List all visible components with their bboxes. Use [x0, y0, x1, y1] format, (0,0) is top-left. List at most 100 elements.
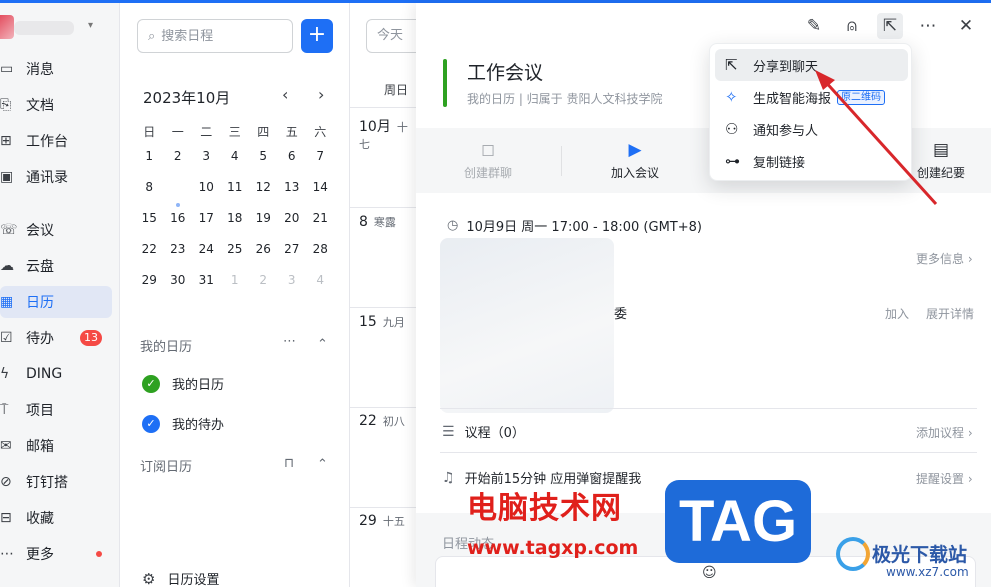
weekday-label: 五 — [285, 125, 298, 139]
divider — [350, 307, 416, 308]
nav-item-todo[interactable]: ☑ 待办 13 — [0, 322, 112, 354]
calendar-day[interactable]: 24 — [192, 238, 221, 269]
calendar-day[interactable]: 1 — [221, 269, 250, 300]
calendar-item[interactable]: ✓ 我的待办 — [142, 414, 224, 433]
calendar-day[interactable]: 6 — [278, 145, 307, 176]
calendar-day[interactable]: 31 — [192, 269, 221, 300]
nav-item-calendar[interactable]: ▦ 日历 — [0, 286, 112, 318]
calendar-day[interactable]: 20 — [278, 207, 307, 238]
menu-item-copy-link[interactable]: ⊶ 复制链接 — [715, 145, 908, 177]
more-icon[interactable]: ⋯ — [915, 13, 941, 39]
chevron-left-icon[interactable]: ‹ — [282, 85, 288, 104]
calendar-day[interactable]: 2 — [249, 269, 278, 300]
calendar-day[interactable]: 22 — [135, 238, 164, 269]
nav-item-bookmark[interactable]: ⊟ 收藏 — [0, 502, 112, 534]
collapse-icon[interactable]: ⌃ — [317, 337, 328, 352]
nav-item-chat[interactable]: ▭ 消息 — [0, 53, 112, 85]
nav-item-project[interactable]: ⍑ 项目 — [0, 394, 112, 426]
week-day-cell[interactable]: 29 十五 — [359, 513, 405, 529]
check-icon[interactable]: ✓ — [142, 414, 160, 433]
calendar-day[interactable]: 30 — [164, 269, 193, 300]
more-icon[interactable]: ⋯ — [283, 334, 296, 349]
join-link[interactable]: 加入 — [885, 305, 909, 322]
calendar-day[interactable]: 17 — [192, 207, 221, 238]
calendar-day[interactable]: 23 — [164, 238, 193, 269]
calendar-day[interactable]: 19 — [249, 207, 278, 238]
nav-item-grid[interactable]: ⊞ 工作台 — [0, 125, 112, 157]
nav-item-phone[interactable]: ☏ 会议 — [0, 214, 112, 246]
week-day-cell[interactable]: 8 寒露 — [359, 214, 396, 230]
search-box[interactable]: ⌕ — [137, 19, 293, 53]
bookmark-icon[interactable]: ⊓ — [284, 456, 294, 471]
agenda-row[interactable]: ☰ 议程（0） — [442, 422, 525, 442]
menu-item-notify-attendees[interactable]: ⚇ 通知参与人 — [715, 113, 908, 145]
nav-item-lightning[interactable]: ϟ DING — [0, 358, 112, 390]
calendar-day[interactable]: 3 — [192, 145, 221, 176]
more-info-link[interactable]: 更多信息 › — [916, 250, 973, 267]
calendar-day[interactable]: 8 — [135, 176, 164, 207]
reminder-settings-link[interactable]: 提醒设置 › — [916, 470, 973, 487]
add-agenda-link[interactable]: 添加议程 › — [916, 424, 973, 441]
lunar-date: 九月 — [382, 316, 405, 329]
action-label: 创建群聊 — [463, 166, 512, 180]
close-icon[interactable]: ✕ — [953, 13, 979, 39]
menu-item-label: 复制链接 — [753, 155, 806, 171]
week-day-cell[interactable]: 22 初八 — [359, 413, 405, 429]
week-day-cell[interactable]: 15 九月 — [359, 314, 405, 330]
calendar-item[interactable]: ✓ 我的日历 — [142, 374, 224, 393]
nav-item-cloud[interactable]: ☁ 云盘 — [0, 250, 112, 282]
add-person-icon[interactable]: ⍝ — [839, 13, 865, 39]
menu-item-share-to-chat[interactable]: ⇱ 分享到聊天 — [715, 49, 908, 81]
collapse-icon[interactable]: ⌃ — [317, 457, 328, 472]
calendar-day[interactable]: 12 — [249, 176, 278, 207]
menu-item-label: 通知参与人 — [753, 123, 819, 139]
expand-details-link[interactable]: 展开详情 — [926, 305, 974, 322]
attendee-text: 委 — [614, 307, 628, 322]
calendar-day[interactable]: 今 — [164, 176, 193, 207]
avatar[interactable] — [0, 15, 14, 39]
calendar-day[interactable]: 16 — [164, 207, 193, 238]
calendar-day[interactable]: 21 — [306, 207, 335, 238]
calendar-day[interactable]: 29 — [135, 269, 164, 300]
create-group-chat-button[interactable]: ◻ 创建群聊 — [443, 140, 533, 181]
cloud-icon: ☁ — [0, 258, 14, 274]
calendar-day[interactable]: 4 — [306, 269, 335, 300]
add-event-button[interactable]: + — [301, 19, 333, 53]
nav-item-more[interactable]: ⋯ 更多 — [0, 538, 112, 570]
calendar-day[interactable]: 13 — [278, 176, 307, 207]
nav-item-doc[interactable]: ⎘ 文档 — [0, 89, 112, 121]
nav-item-build[interactable]: ⊘ 钉钉搭 — [0, 466, 112, 498]
calendar-settings-button[interactable]: ⚙ 日历设置 — [142, 569, 219, 587]
join-meeting-button[interactable]: ▶ 加入会议 — [590, 140, 680, 181]
calendar-day[interactable]: 2 — [164, 145, 193, 176]
nav-item-mail[interactable]: ✉ 邮箱 — [0, 430, 112, 462]
profile-name-blurred — [14, 21, 74, 35]
calendar-day[interactable]: 7 — [306, 145, 335, 176]
calendar-day[interactable]: 1 — [135, 145, 164, 176]
profile-area[interactable]: ▾ — [0, 15, 120, 45]
calendar-day[interactable]: 4 — [221, 145, 250, 176]
nav-item-label: 收藏 — [26, 511, 54, 527]
calendar-day[interactable]: 15 — [135, 207, 164, 238]
calendar-day[interactable]: 18 — [221, 207, 250, 238]
calendar-day[interactable]: 5 — [249, 145, 278, 176]
search-input[interactable] — [161, 28, 280, 44]
calendar-day[interactable]: 10 — [192, 176, 221, 207]
share-icon[interactable]: ⇱ — [877, 13, 903, 39]
menu-item-generate-poster[interactable]: ✧ 生成智能海报 原二维码 — [715, 81, 908, 113]
calendar-day[interactable]: 25 — [221, 238, 250, 269]
calendar-day[interactable]: 27 — [278, 238, 307, 269]
comment-icon[interactable]: ☺ — [702, 565, 717, 581]
calendar-day[interactable]: 11 — [221, 176, 250, 207]
calendar-week-row: 22 23 24 25 26 27 28 — [135, 238, 335, 269]
chevron-right-icon[interactable]: › — [318, 85, 324, 104]
check-icon[interactable]: ✓ — [142, 374, 160, 393]
week-day-cell[interactable]: 10月 十七 — [359, 116, 416, 152]
calendar-day[interactable]: 3 — [278, 269, 307, 300]
calendar-day[interactable]: 28 — [306, 238, 335, 269]
chevron-down-icon[interactable]: ▾ — [88, 20, 93, 31]
calendar-day[interactable]: 14 — [306, 176, 335, 207]
edit-icon[interactable]: ✎ — [801, 13, 827, 39]
nav-item-contacts[interactable]: ▣ 通讯录 — [0, 161, 112, 193]
calendar-day[interactable]: 26 — [249, 238, 278, 269]
